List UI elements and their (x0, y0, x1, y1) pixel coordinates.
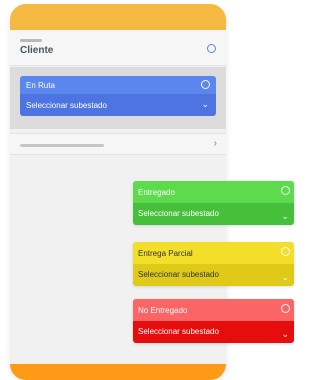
option-header[interactable]: Entrega Parcial (133, 242, 294, 264)
header-dash (20, 39, 42, 42)
radio-circle-icon[interactable] (281, 304, 290, 313)
substatus-select[interactable]: Seleccionar subestado ⌄ (20, 94, 216, 116)
chevron-down-icon[interactable]: ⌄ (281, 330, 289, 339)
chevron-down-icon[interactable]: ⌄ (281, 273, 289, 282)
option-card-no-entregado[interactable]: No Entregado Seleccionar subestado ⌄ (133, 299, 294, 343)
header: Cliente (10, 30, 226, 66)
page-title: Cliente (20, 45, 54, 56)
option-card-entrega-parcial[interactable]: Entrega Parcial Seleccionar subestado ⌄ (133, 242, 294, 286)
chevron-right-icon[interactable]: › (214, 138, 217, 149)
substatus-placeholder: Seleccionar subestado (138, 270, 219, 279)
option-header[interactable]: Entregado (133, 181, 294, 203)
status-header[interactable]: En Ruta (20, 76, 216, 94)
placeholder-line (20, 144, 104, 147)
phone-bottom-bar (10, 364, 226, 380)
substatus-placeholder: Seleccionar subestado (138, 327, 219, 336)
substatus-select[interactable]: Seleccionar subestado ⌄ (133, 203, 294, 225)
chevron-down-icon[interactable]: ⌄ (201, 100, 209, 109)
chevron-down-icon[interactable]: ⌄ (281, 212, 289, 221)
option-label: Entrega Parcial (138, 249, 193, 258)
radio-circle-icon[interactable] (207, 44, 216, 53)
list-item[interactable]: › (10, 133, 226, 155)
option-header[interactable]: No Entregado (133, 299, 294, 321)
option-label: Entregado (138, 188, 175, 197)
radio-circle-icon[interactable] (281, 186, 290, 195)
status-card-en-ruta[interactable]: En Ruta Seleccionar subestado ⌄ (20, 76, 216, 116)
radio-circle-icon[interactable] (201, 80, 210, 89)
substatus-select[interactable]: Seleccionar subestado ⌄ (133, 264, 294, 286)
phone-top-bar (10, 4, 226, 30)
substatus-placeholder: Seleccionar subestado (138, 209, 219, 218)
radio-circle-icon[interactable] (281, 247, 290, 256)
substatus-placeholder: Seleccionar subestado (26, 101, 107, 110)
option-card-entregado[interactable]: Entregado Seleccionar subestado ⌄ (133, 181, 294, 225)
status-label: En Ruta (26, 81, 55, 90)
option-label: No Entregado (138, 306, 188, 315)
substatus-select[interactable]: Seleccionar subestado ⌄ (133, 321, 294, 343)
